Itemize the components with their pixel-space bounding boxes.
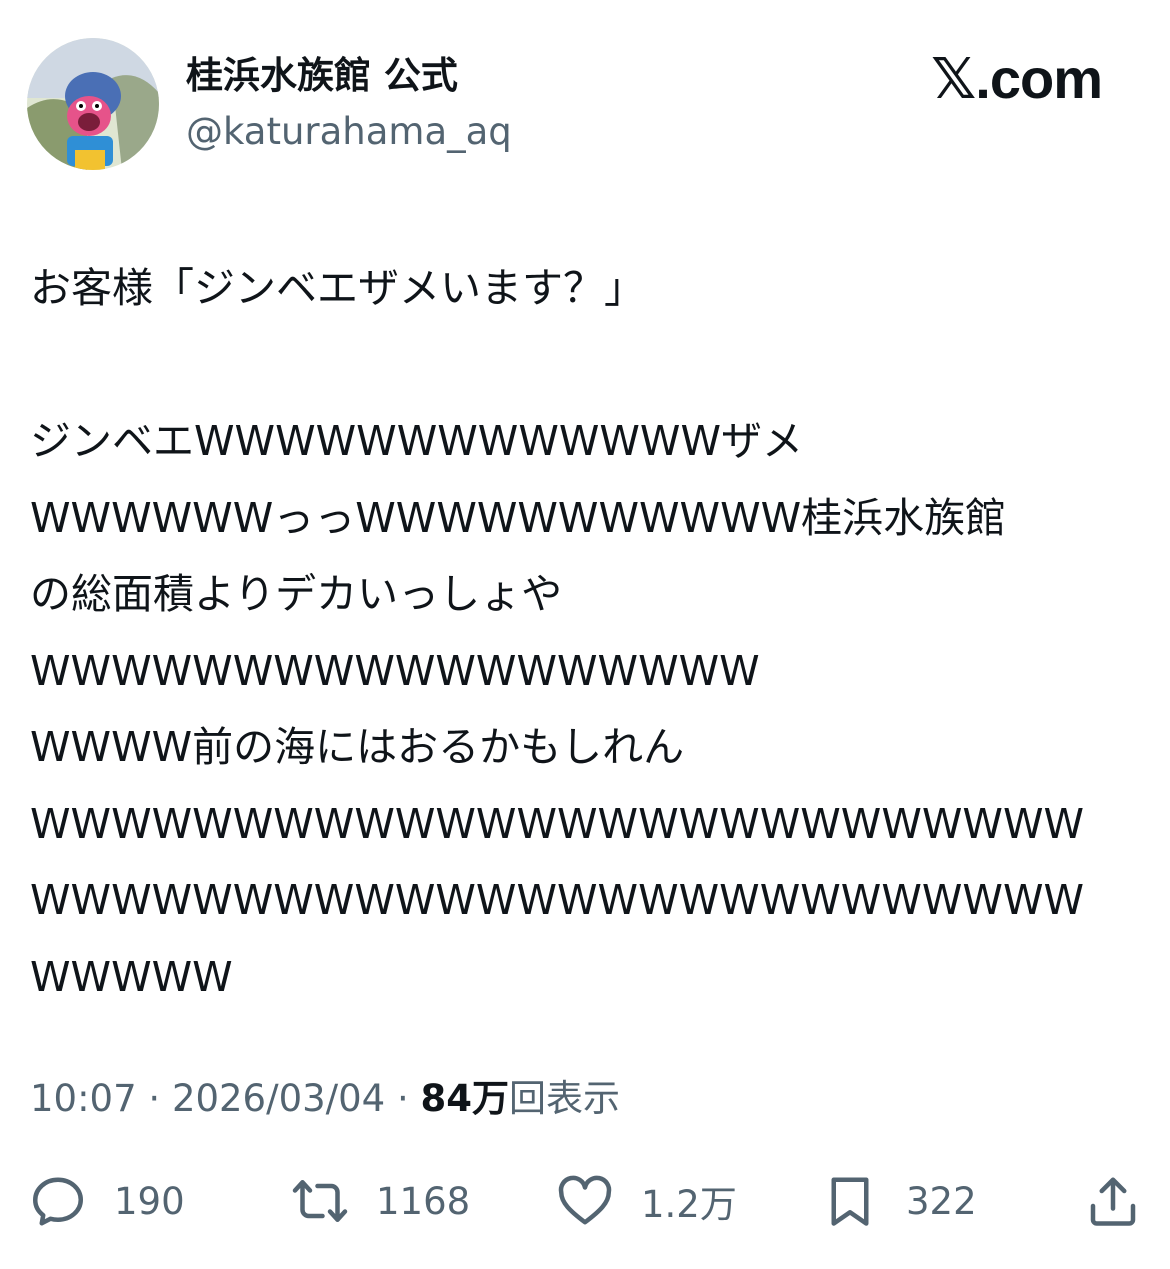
share-button[interactable] [1083,1165,1143,1237]
tweet-line: WWWWW [30,952,233,1001]
display-name[interactable]: 桂浜水族館 公式 [186,52,458,100]
user-handle[interactable]: @katurahama_aq [186,108,512,156]
avatar[interactable] [27,38,159,170]
meta-separator: · [148,1077,161,1120]
tweet-line: WWWWWWWWWWWWWWWWWWWWWWWWWW [30,799,1085,848]
heart-icon [558,1175,612,1225]
views-count: 84万 [420,1077,510,1120]
tweet-date[interactable]: 2026/03/04 [172,1077,385,1120]
tweet-meta: 10:07 · 2026/03/04 · 84万回表示 [30,1073,620,1125]
retweet-button[interactable]: 1168 [290,1165,470,1237]
bookmark-icon [831,1177,869,1226]
meta-separator: · [396,1077,409,1120]
bookmark-count: 322 [906,1179,977,1223]
bookmark-button[interactable]: 322 [820,1165,977,1237]
like-count: 1.2万 [641,1183,737,1226]
reply-icon [33,1177,83,1226]
reply-button[interactable]: 190 [28,1165,185,1237]
tweet-line: WWWWWWWWWWWWWWWWWWWWWWWWWW [30,876,1085,924]
retweet-icon [292,1180,348,1222]
tweet-line [30,327,1145,404]
share-icon [1090,1177,1136,1226]
tweet-line: WWWWWWっっWWWWWWWWWWW桂浜水族館 [30,493,1007,542]
tweet-line: ジンベエWWWWWWWWWWWWWザメ [30,417,804,465]
mascot-avatar-image [27,38,159,170]
tweet-line: の総面積よりデカいっしょや [30,570,563,618]
tweet-line: WWWWWWWWWWWWWWWWWW [30,646,760,695]
tweet-line: お客様「ジンベエザメいます？」 [30,264,645,312]
like-button[interactable]: 1.2万 [555,1165,737,1237]
action-bar: 190 1168 1.2万 322 [0,1165,1170,1237]
x-logo-icon: 𝕏.com [931,47,1103,110]
retweet-count: 1168 [376,1179,471,1223]
tweet-text: お客様「ジンベエザメいます？」 ジンベエWWWWWWWWWWWWWザメ WWWW… [30,250,1145,1015]
views-label: 回表示 [509,1077,620,1120]
tweet-time[interactable]: 10:07 [30,1077,137,1120]
tweet-line: WWWW前の海にはおるかもしれん [30,723,685,771]
reply-count: 190 [114,1179,185,1223]
